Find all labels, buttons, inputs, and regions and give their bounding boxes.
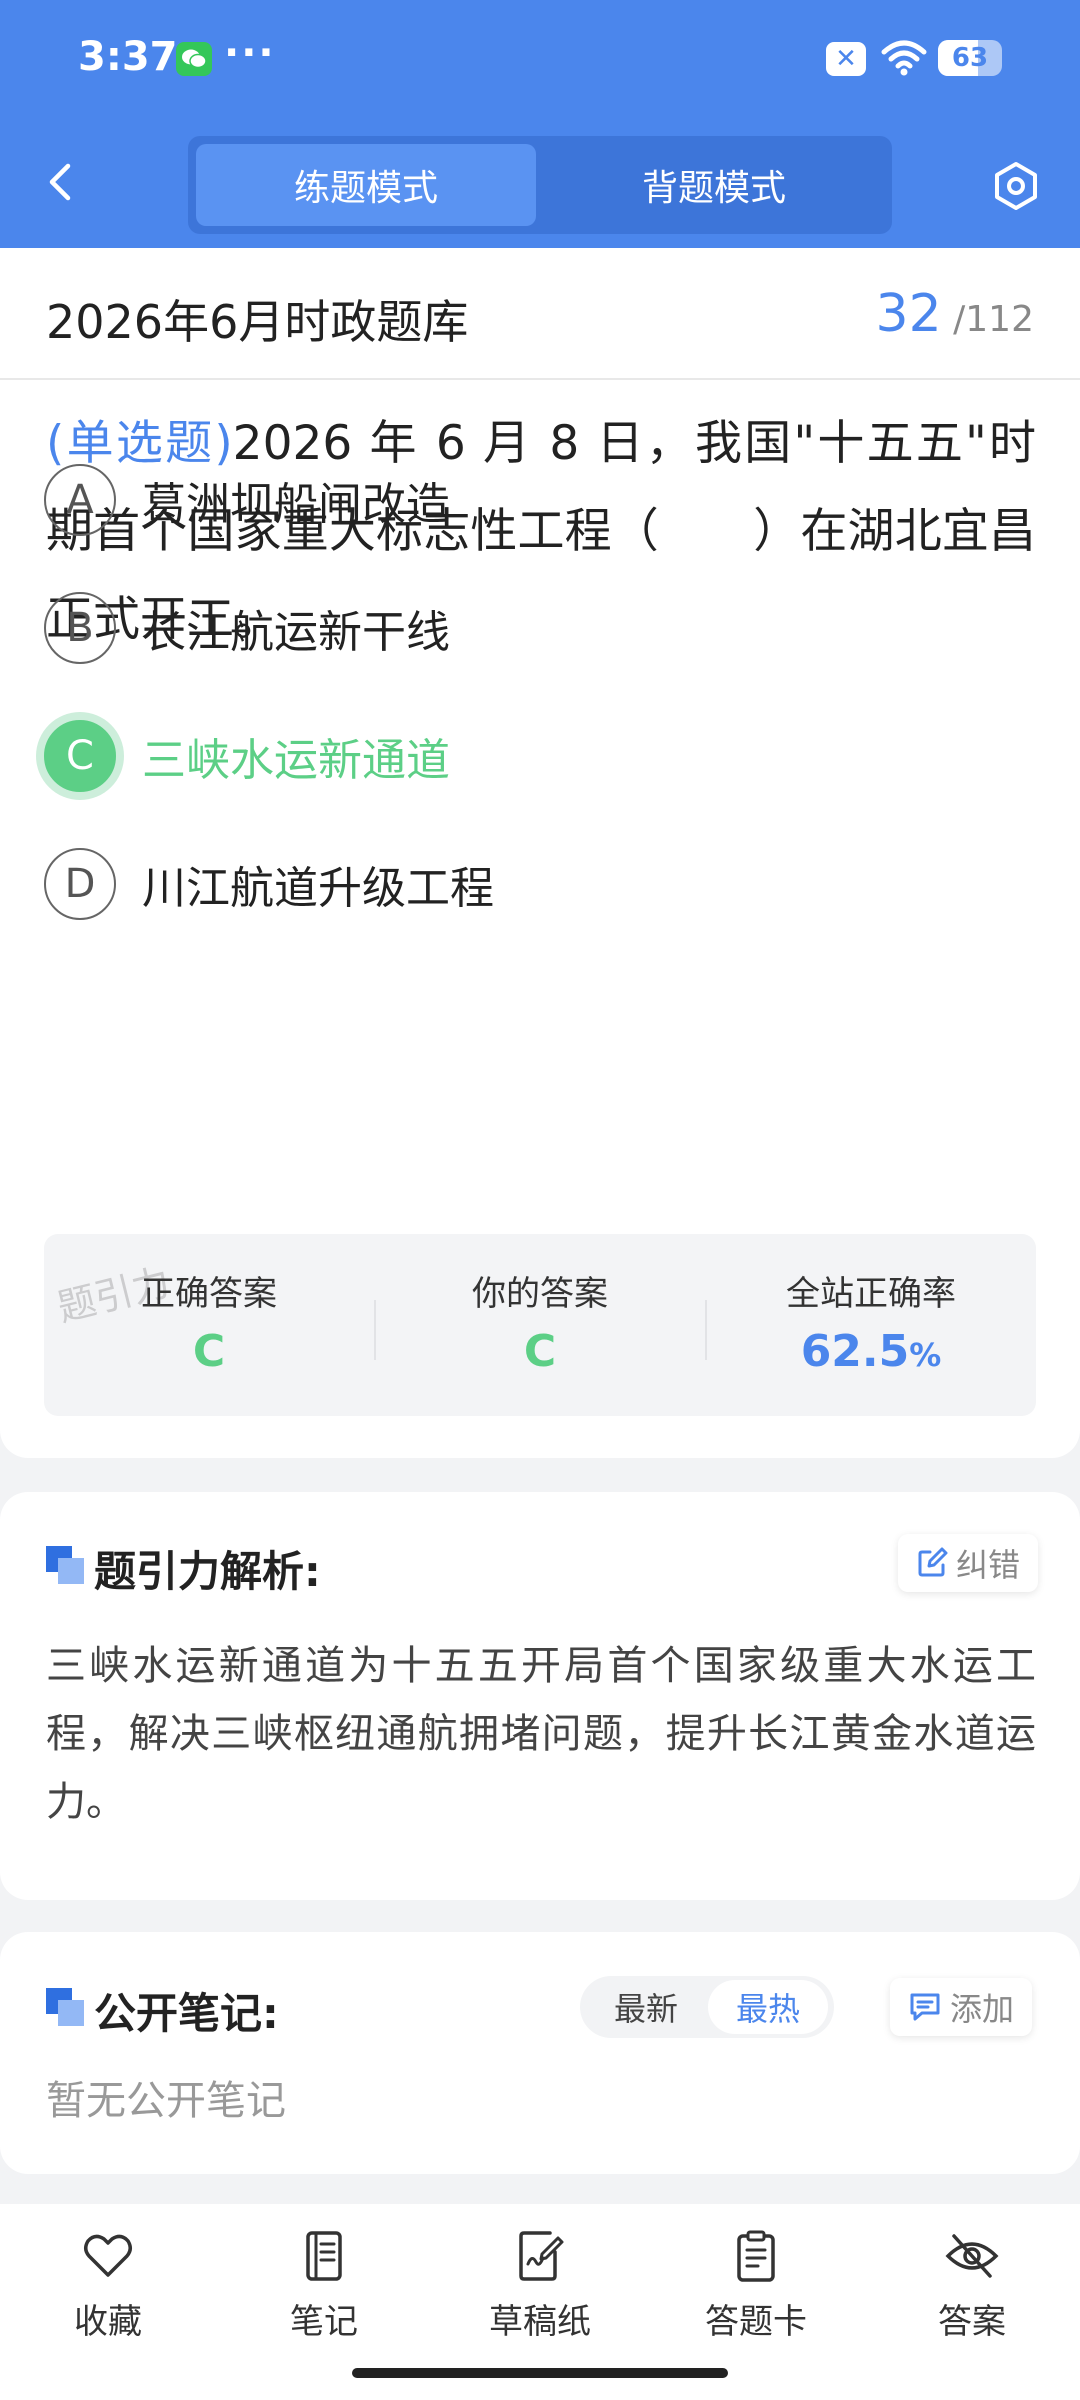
your-answer-stat: 你的答案 C	[375, 1234, 705, 1416]
option-b[interactable]: B 长江航运新干线	[44, 590, 1024, 666]
answer-stats: 题引力 正确答案 C 你的答案 C 全站正确率 62.5%	[44, 1234, 1036, 1416]
your-answer-value: C	[523, 1326, 557, 1377]
home-indicator[interactable]	[352, 2368, 728, 2378]
option-letter: A	[44, 464, 116, 536]
correct-answer-stat: 正确答案 C	[44, 1234, 374, 1416]
correct-answer-label: 正确答案	[141, 1274, 277, 1314]
your-answer-label: 你的答案	[472, 1274, 608, 1314]
sort-latest-button[interactable]: 最新	[586, 1980, 706, 2034]
total-question-count: 112	[965, 299, 1034, 340]
eye-off-icon	[945, 2234, 999, 2278]
accuracy-value: 62.5%	[706, 1326, 1036, 1377]
battery-icon: 63	[938, 40, 1002, 76]
question-bank-bar: 2026年6月时政题库 32 /112	[0, 248, 1080, 380]
answer-card-button[interactable]: 答题卡	[666, 2228, 846, 2343]
option-text: 川江航道升级工程	[142, 863, 494, 914]
notes-button[interactable]: 笔记	[234, 2228, 414, 2343]
favorite-button[interactable]: 收藏	[18, 2228, 198, 2343]
sort-hot-button[interactable]: 最热	[708, 1980, 828, 2034]
notes-title: 公开笔记:	[94, 1989, 279, 2038]
wifi-icon	[880, 38, 928, 78]
favorite-label: 收藏	[74, 2302, 142, 2342]
option-text: 葛洲坝船闸改造	[142, 479, 450, 530]
accuracy-label: 全站正确率	[786, 1274, 956, 1314]
analysis-card: 题引力解析: 纠错 三峡水运新通道为十五五开局首个国家级重大水运工程，解决三峡枢…	[0, 1492, 1080, 1900]
report-error-button[interactable]: 纠错	[898, 1534, 1039, 1592]
public-notes-card: 公开笔记: 最新 最热 添加 暂无公开笔记	[0, 1932, 1080, 2174]
app-header: 3:37 ··· ✕ 63 练题模式 背题模式	[0, 0, 1080, 248]
option-letter: B	[44, 592, 116, 664]
question-card: 2026年6月时政题库 32 /112 (单选题)2026 年 6 月 8 日，…	[0, 248, 1080, 1458]
option-letter: C	[44, 720, 116, 792]
option-a[interactable]: A 葛洲坝船闸改造	[44, 462, 1024, 538]
back-arrow-icon[interactable]	[40, 160, 84, 204]
question-counter[interactable]: 32 /112	[876, 284, 1034, 344]
option-text: 三峡水运新通道	[142, 735, 450, 786]
wechat-icon	[176, 42, 212, 76]
option-d[interactable]: D 川江航道升级工程	[44, 846, 1024, 922]
more-notifications-icon: ···	[224, 30, 276, 76]
heart-icon	[84, 2234, 132, 2277]
report-error-label: 纠错	[956, 1546, 1021, 1584]
tab-memorize-mode[interactable]: 背题模式	[544, 144, 884, 226]
tab-practice-mode[interactable]: 练题模式	[196, 144, 536, 226]
option-c[interactable]: C 三峡水运新通道	[44, 718, 1024, 794]
answer-card-icon	[737, 2230, 775, 2282]
answer-label: 答案	[938, 2302, 1006, 2342]
accuracy-number: 62.5	[800, 1326, 910, 1377]
analysis-title: 题引力解析:	[94, 1547, 321, 1596]
answer-button[interactable]: 答案	[882, 2228, 1062, 2343]
correct-answer-value: C	[192, 1326, 226, 1377]
close-notification-icon: ✕	[826, 42, 866, 76]
notes-sort-toggle: 最新 最热	[580, 1976, 834, 2038]
battery-level: 63	[951, 43, 989, 73]
draft-paper-button[interactable]: 草稿纸	[450, 2228, 630, 2343]
analysis-text: 三峡水运新通道为十五五开局首个国家级重大水运工程，解决三峡枢纽通航拥堵问题，提升…	[46, 1643, 1036, 1825]
notebook-icon	[306, 2231, 342, 2281]
status-time: 3:37	[78, 34, 178, 80]
draft-paper-icon	[519, 2231, 564, 2281]
mode-switch: 练题模式 背题模式	[188, 136, 892, 234]
question-bank-title: 2026年6月时政题库	[46, 295, 469, 349]
empty-notes-text: 暂无公开笔记	[46, 2078, 286, 2124]
accuracy-stat: 全站正确率 62.5%	[706, 1234, 1036, 1416]
settings-icon[interactable]	[990, 160, 1042, 212]
edit-icon	[918, 1547, 948, 1577]
status-bar: 3:37 ··· ✕ 63	[0, 0, 1080, 120]
notes-label: 笔记	[290, 2302, 358, 2342]
section-marker-icon	[46, 1546, 84, 1584]
counter-separator: /	[953, 299, 966, 340]
add-note-button[interactable]: 添加	[890, 1978, 1033, 2036]
current-question-number: 32	[875, 284, 942, 344]
answer-card-label: 答题卡	[705, 2302, 807, 2342]
option-letter: D	[44, 848, 116, 920]
add-note-label: 添加	[950, 1990, 1015, 2028]
section-marker-icon	[46, 1988, 84, 2026]
accuracy-unit: %	[909, 1336, 942, 1374]
option-text: 长江航运新干线	[142, 607, 450, 658]
comment-icon	[910, 1993, 940, 2021]
draft-paper-label: 草稿纸	[489, 2302, 591, 2342]
